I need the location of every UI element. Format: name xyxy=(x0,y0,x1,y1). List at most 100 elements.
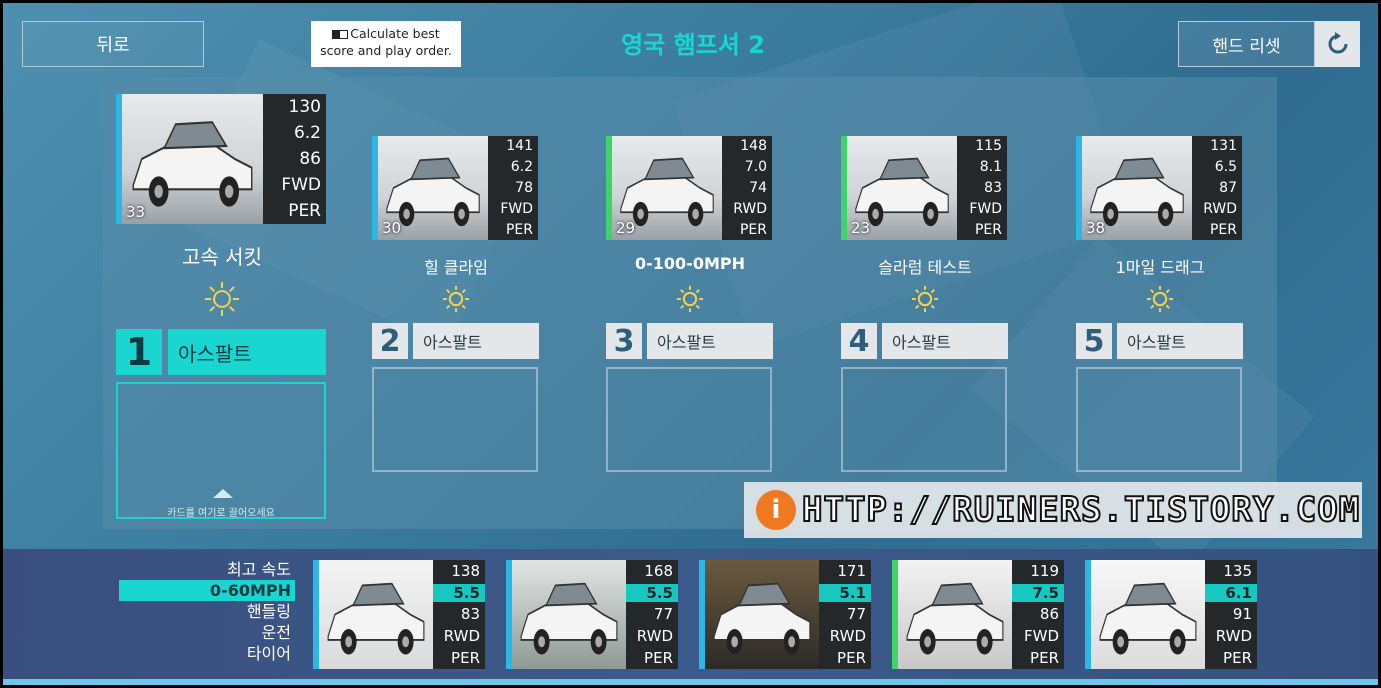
sort-option[interactable]: 운전 xyxy=(119,622,295,643)
car-stat-value: RWD xyxy=(829,627,866,646)
car-stat-value: 119 xyxy=(1030,561,1059,580)
drag-up-arrow-icon xyxy=(213,489,233,498)
car-rq-rating: 23 xyxy=(851,219,871,237)
car-stat-value: 91 xyxy=(1232,605,1252,624)
car-stat-value: 5.5 xyxy=(433,583,485,602)
card-drop-zone[interactable] xyxy=(841,367,1007,472)
car-stat-value: PER xyxy=(837,649,866,668)
car-stat-value: 83 xyxy=(984,179,1002,196)
car-stat-value: PER xyxy=(644,649,673,668)
car-stat-value: PER xyxy=(974,221,1002,238)
car-stats: 138 5.5 83 RWD PER xyxy=(433,560,485,669)
race-slot-2: 141 6.2 78 FWD PER 30 힐 클라임 2 아스팔트 xyxy=(372,3,540,533)
grid-toggle-icon xyxy=(332,30,349,39)
car-stats: 131 6.5 87 RWD PER xyxy=(1192,136,1242,240)
race-slot-4: 115 8.1 83 FWD PER 23 슬라럼 테스트 4 아스팔트 xyxy=(841,3,1009,533)
game-screen: 뒤로 Calculate best score and play order. … xyxy=(3,3,1378,685)
car-photo xyxy=(705,560,819,669)
slot-number: 3 xyxy=(606,323,642,359)
car-stats: 135 6.1 91 RWD PER xyxy=(1205,560,1257,669)
sunny-weather-icon xyxy=(911,285,939,317)
car-stat-value: RWD xyxy=(1203,200,1237,217)
car-stats: 171 5.1 77 RWD PER xyxy=(819,560,871,669)
card-drop-zone[interactable] xyxy=(372,367,538,472)
card-drop-zone[interactable] xyxy=(606,367,772,472)
car-stat-value: PER xyxy=(1223,649,1252,668)
car-rq-rating: 38 xyxy=(1086,219,1106,237)
car-card[interactable]: 148 7.0 74 RWD PER 29 xyxy=(606,136,772,240)
slot-number: 5 xyxy=(1076,323,1112,359)
sort-options: 최고 속도 0-60MPH 핸들링 운전 타이어 xyxy=(119,559,295,664)
car-stat-value: 130 xyxy=(288,97,321,117)
car-card[interactable]: 168 5.5 77 RWD PER xyxy=(506,560,678,669)
car-stats: 130 6.2 86 FWD PER xyxy=(263,94,326,224)
card-drop-zone[interactable] xyxy=(1076,367,1242,472)
car-stat-value: 83 xyxy=(460,605,480,624)
car-stat-value: PER xyxy=(288,201,321,221)
car-stats: 115 8.1 83 FWD PER xyxy=(957,136,1007,240)
car-stat-value: 7.5 xyxy=(1012,583,1064,602)
race-slot-5: 131 6.5 87 RWD PER 38 1마일 드래그 5 아스팔트 xyxy=(1076,3,1244,533)
car-stats: 168 5.5 77 RWD PER xyxy=(626,560,678,669)
scroll-strip[interactable] xyxy=(3,679,1378,685)
sort-option[interactable]: 핸들링 xyxy=(119,601,295,622)
car-stat-value: 7.0 xyxy=(744,159,767,176)
car-stat-value: 141 xyxy=(506,138,533,155)
reset-icon-button[interactable] xyxy=(1315,21,1360,67)
car-stat-value: 115 xyxy=(975,138,1002,155)
car-rq-rating: 33 xyxy=(126,203,146,221)
sort-option[interactable]: 0-60MPH xyxy=(119,580,295,601)
car-stat-value: 8.1 xyxy=(979,159,1002,176)
road-surface-label: 아스팔트 xyxy=(882,323,1008,359)
car-card[interactable]: 135 6.1 91 RWD PER xyxy=(1085,560,1257,669)
car-stat-value: 6.2 xyxy=(293,123,321,143)
car-photo xyxy=(319,560,433,669)
car-stats: 148 7.0 74 RWD PER xyxy=(722,136,772,240)
car-stat-value: 74 xyxy=(749,179,767,196)
car-stat-value: 5.1 xyxy=(819,583,871,602)
car-stat-value: 87 xyxy=(1219,179,1237,196)
car-stat-value: RWD xyxy=(443,627,480,646)
car-stats: 119 7.5 86 FWD PER xyxy=(1012,560,1064,669)
race-slot-1: 130 6.2 86 FWD PER 33 고속 서킷 1 아스팔트 카드를 여기로 끌어오세요 xyxy=(116,3,328,533)
car-photo xyxy=(512,560,626,669)
car-stat-value: FWD xyxy=(500,200,533,217)
car-card[interactable]: 141 6.2 78 FWD PER 30 xyxy=(372,136,538,240)
car-card[interactable]: 115 8.1 83 FWD PER 23 xyxy=(841,136,1007,240)
car-stats: 141 6.2 78 FWD PER xyxy=(488,136,538,240)
car-stat-value: 86 xyxy=(1039,605,1059,624)
car-stat-value: FWD xyxy=(281,175,321,195)
watermark: i HTTP://RUINERS.TISTORY.COM xyxy=(744,482,1362,538)
car-stat-value: 77 xyxy=(846,605,866,624)
car-stat-value: PER xyxy=(1209,221,1237,238)
sort-option[interactable]: 타이어 xyxy=(119,643,295,664)
road-surface-label: 아스팔트 xyxy=(647,323,773,359)
car-stat-value: FWD xyxy=(1023,627,1059,646)
car-stat-value: 77 xyxy=(653,605,673,624)
event-name: 0-100-0MPH xyxy=(635,254,745,273)
car-stat-value: 131 xyxy=(1210,138,1237,155)
car-card[interactable]: 171 5.1 77 RWD PER xyxy=(699,560,871,669)
road-surface-label: 아스팔트 xyxy=(1117,323,1243,359)
car-stat-value: PER xyxy=(739,221,767,238)
car-card[interactable]: 130 6.2 86 FWD PER 33 xyxy=(116,94,326,224)
sort-option[interactable]: 최고 속도 xyxy=(119,559,295,580)
car-stat-value: FWD xyxy=(969,200,1002,217)
car-stat-value: 6.2 xyxy=(510,159,533,176)
sunny-weather-icon xyxy=(204,281,240,321)
car-card[interactable]: 131 6.5 87 RWD PER 38 xyxy=(1076,136,1242,240)
car-stat-value: 86 xyxy=(299,149,321,169)
refresh-icon xyxy=(1328,32,1347,54)
slot-number: 4 xyxy=(841,323,877,359)
car-rq-rating: 29 xyxy=(616,219,636,237)
event-name: 슬라럼 테스트 xyxy=(878,258,972,277)
hand-panel: 최고 속도 0-60MPH 핸들링 운전 타이어 138 5.5 83 RWD PER 168 5… xyxy=(3,549,1378,685)
drop-hint-text: 카드를 여기로 끌어오세요 xyxy=(167,508,275,519)
card-drop-zone[interactable]: 카드를 여기로 끌어오세요 xyxy=(116,382,326,519)
car-card[interactable]: 119 7.5 86 FWD PER xyxy=(892,560,1064,669)
car-card[interactable]: 138 5.5 83 RWD PER xyxy=(313,560,485,669)
car-stat-value: 6.1 xyxy=(1205,583,1257,602)
car-stat-value: 148 xyxy=(740,138,767,155)
car-stat-value: 78 xyxy=(515,179,533,196)
car-stat-value: RWD xyxy=(733,200,767,217)
